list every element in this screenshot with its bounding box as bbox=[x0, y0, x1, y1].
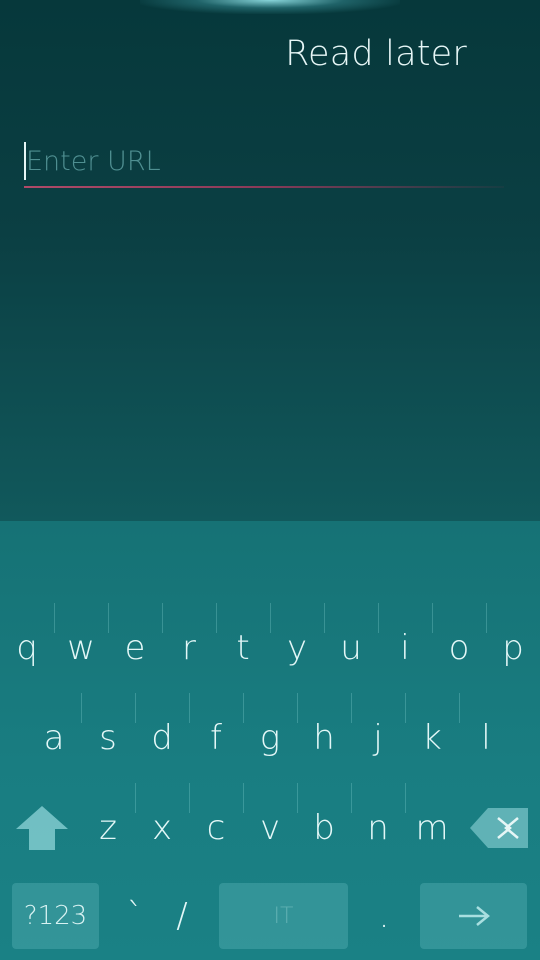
key-g[interactable]: g bbox=[243, 693, 297, 783]
shift-icon[interactable] bbox=[8, 783, 76, 873]
key-separator bbox=[297, 783, 298, 813]
key-separator bbox=[108, 603, 109, 633]
arrow-right-icon bbox=[458, 906, 490, 926]
key-period[interactable]: . bbox=[357, 883, 411, 949]
key-j[interactable]: j bbox=[351, 693, 405, 783]
key-separator bbox=[324, 603, 325, 633]
key-x[interactable]: x bbox=[135, 783, 189, 873]
key-separator bbox=[378, 603, 379, 633]
page-title: Read later bbox=[285, 34, 467, 74]
key-l[interactable]: l bbox=[459, 693, 513, 783]
key-a[interactable]: a bbox=[27, 693, 81, 783]
url-field-underline bbox=[24, 186, 504, 188]
key-v[interactable]: v bbox=[243, 783, 297, 873]
key-d[interactable]: d bbox=[135, 693, 189, 783]
key-separator bbox=[135, 693, 136, 723]
key-t[interactable]: t bbox=[216, 603, 270, 693]
key-b[interactable]: b bbox=[297, 783, 351, 873]
key-r[interactable]: r bbox=[162, 603, 216, 693]
pulley-menu-indicator[interactable] bbox=[140, 0, 400, 14]
key-n[interactable]: n bbox=[351, 783, 405, 873]
key-f[interactable]: f bbox=[189, 693, 243, 783]
key-c[interactable]: c bbox=[189, 783, 243, 873]
key-separator bbox=[459, 693, 460, 723]
key-separator bbox=[216, 603, 217, 633]
key-i[interactable]: i bbox=[378, 603, 432, 693]
key-separator bbox=[162, 603, 163, 633]
backspace-icon[interactable] bbox=[466, 783, 532, 873]
key-slash[interactable]: / bbox=[155, 883, 209, 949]
key-backtick[interactable]: ` bbox=[108, 883, 162, 949]
key-p[interactable]: p bbox=[486, 603, 540, 693]
key-separator bbox=[405, 693, 406, 723]
key-u[interactable]: u bbox=[324, 603, 378, 693]
key-z[interactable]: z bbox=[81, 783, 135, 873]
key-k[interactable]: k bbox=[405, 693, 459, 783]
key-separator bbox=[189, 693, 190, 723]
url-input[interactable] bbox=[24, 140, 506, 182]
key-separator bbox=[351, 783, 352, 813]
key-s[interactable]: s bbox=[81, 693, 135, 783]
keyboard-row-4: ?123 ` / IT . bbox=[0, 883, 540, 949]
key-m[interactable]: m bbox=[405, 783, 459, 873]
keyboard-row-3: z x c v b n m bbox=[0, 783, 540, 873]
key-w[interactable]: w bbox=[54, 603, 108, 693]
key-y[interactable]: y bbox=[270, 603, 324, 693]
url-field[interactable] bbox=[24, 140, 506, 188]
key-separator bbox=[270, 603, 271, 633]
key-separator bbox=[297, 693, 298, 723]
key-h[interactable]: h bbox=[297, 693, 351, 783]
key-separator bbox=[405, 783, 406, 813]
symbols-key[interactable]: ?123 bbox=[12, 883, 99, 949]
keyboard-row-2: a s d f g h j k l bbox=[0, 693, 540, 783]
key-q[interactable]: q bbox=[0, 603, 54, 693]
key-separator bbox=[486, 603, 487, 633]
key-o[interactable]: o bbox=[432, 603, 486, 693]
key-separator bbox=[351, 693, 352, 723]
key-separator bbox=[189, 783, 190, 813]
key-separator bbox=[243, 783, 244, 813]
text-cursor bbox=[24, 142, 26, 180]
key-separator bbox=[432, 603, 433, 633]
space-key[interactable]: IT bbox=[219, 883, 348, 949]
key-separator bbox=[54, 603, 55, 633]
key-separator bbox=[243, 693, 244, 723]
key-separator bbox=[135, 783, 136, 813]
keyboard-row-1: q w e r t y u i o p bbox=[0, 603, 540, 693]
key-separator bbox=[81, 693, 82, 723]
app-page: Read later bbox=[0, 0, 540, 521]
key-e[interactable]: e bbox=[108, 603, 162, 693]
virtual-keyboard: q w e r t y u i o p a s d f g h j k l z … bbox=[0, 521, 540, 960]
enter-key[interactable] bbox=[420, 883, 527, 949]
